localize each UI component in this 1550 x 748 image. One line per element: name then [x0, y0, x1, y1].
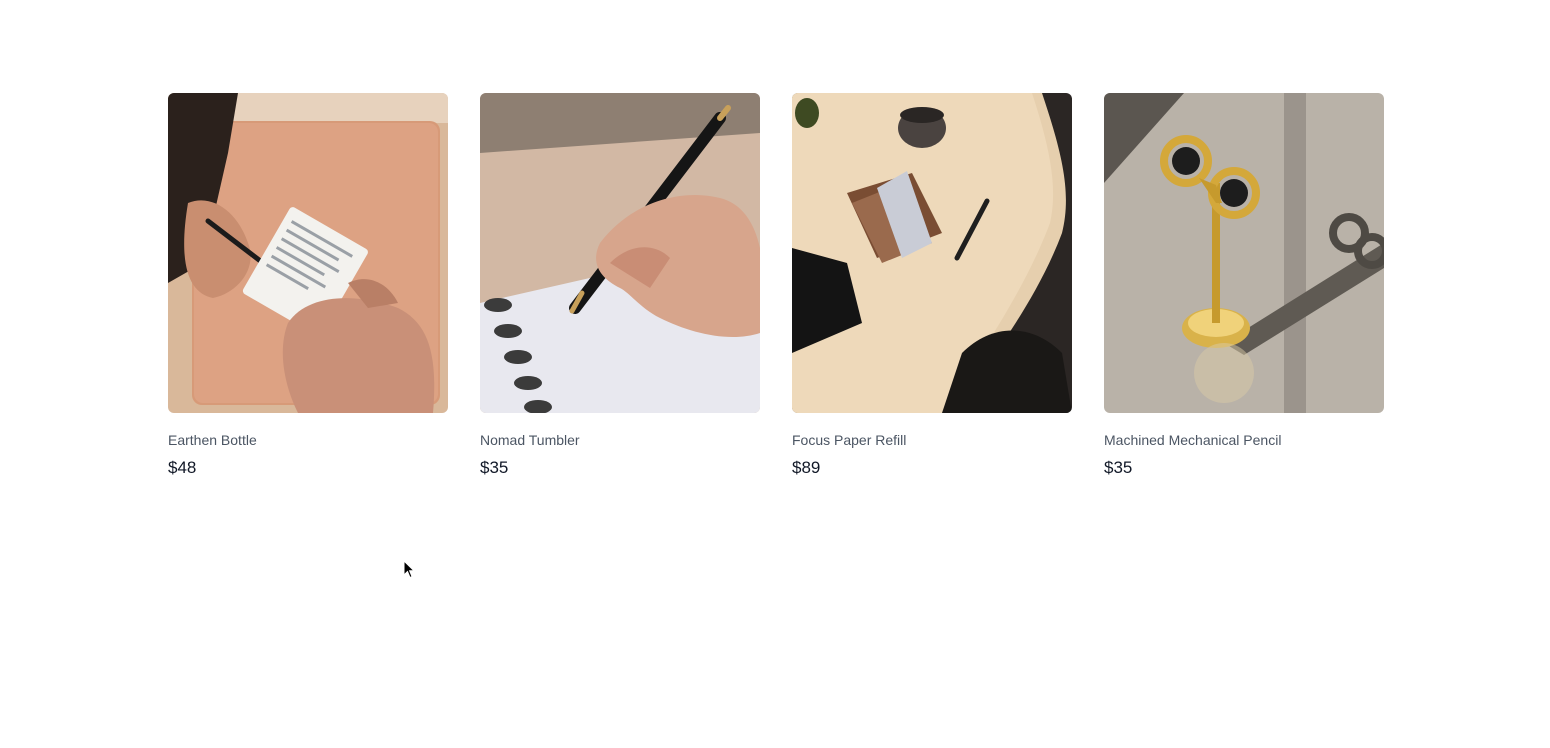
product-name[interactable]: Earthen Bottle [168, 431, 448, 449]
product-price: $89 [792, 458, 821, 477]
product-name[interactable]: Nomad Tumbler [480, 431, 760, 449]
product-image[interactable] [480, 93, 760, 413]
product-name[interactable]: Focus Paper Refill [792, 431, 1072, 449]
product-price: $35 [480, 458, 509, 477]
product-image[interactable] [168, 93, 448, 413]
product-image[interactable] [792, 93, 1072, 413]
product-image[interactable] [1104, 93, 1384, 413]
product-grid: Earthen Bottle $48 Nomad Tumbler $35 Foc… [168, 93, 1384, 479]
product-card[interactable]: Nomad Tumbler $35 [480, 93, 760, 479]
product-card[interactable]: Focus Paper Refill $89 [792, 93, 1072, 479]
product-name[interactable]: Machined Mechanical Pencil [1104, 431, 1384, 449]
product-card[interactable]: Earthen Bottle $48 [168, 93, 448, 479]
mouse-cursor-icon [403, 560, 415, 579]
product-price: $48 [168, 458, 197, 477]
product-price: $35 [1104, 458, 1133, 477]
product-card[interactable]: Machined Mechanical Pencil $35 [1104, 93, 1384, 479]
